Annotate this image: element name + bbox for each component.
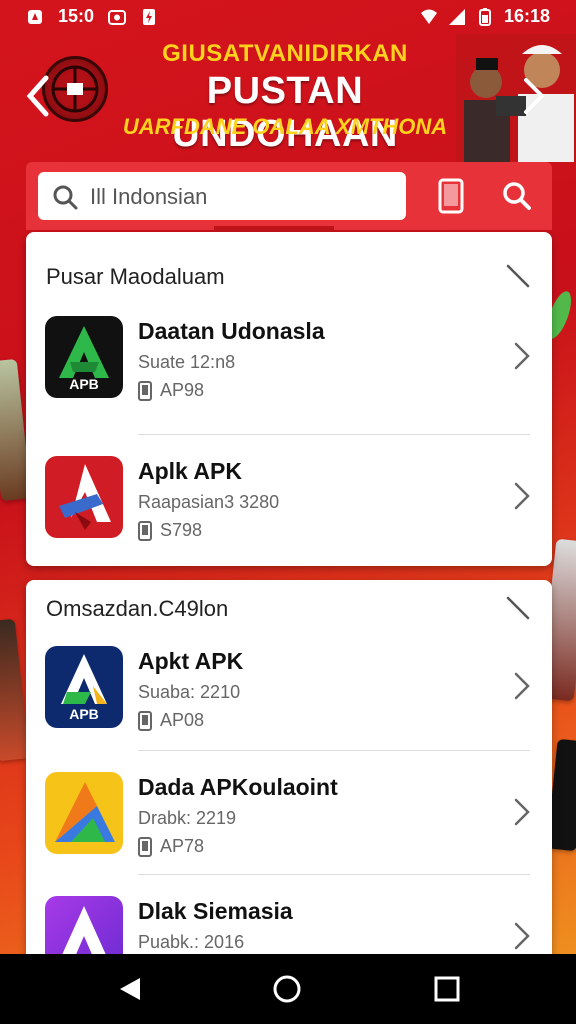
blue-a-icon: APB (45, 646, 123, 728)
app-meta: AP08 (138, 710, 204, 731)
chevron-right-icon[interactable] (514, 342, 530, 370)
tab-indicator (214, 226, 334, 231)
notification-icon (28, 9, 42, 24)
purple-a-icon (45, 896, 123, 960)
search-input[interactable] (88, 178, 392, 216)
banner-title: PUSTAN UNDOHAAN (172, 70, 398, 155)
status-bar: 15:0 16:18 (0, 0, 576, 34)
chevron-right-icon[interactable] (514, 798, 530, 826)
chevron-right-icon[interactable] (514, 672, 530, 700)
banner-prev-icon[interactable] (24, 74, 54, 118)
app-meta-text: AP98 (160, 380, 205, 400)
phone-icon (138, 380, 152, 401)
list-item[interactable]: Dada APKoulaoint Drabk: 2219 AP78 (26, 772, 552, 894)
app-name: Aplk APK (138, 458, 242, 484)
section-card: Pusar Maodaluam APB Daatan Udonasla Suat… (26, 232, 552, 566)
section-title: Pusar Maodaluam (46, 264, 225, 289)
green-a-icon: APB (45, 316, 123, 398)
banner-people-photo (456, 34, 576, 162)
app-meta: AP98 (138, 380, 204, 401)
phone-icon (138, 520, 152, 541)
app-name: Apkt APK (138, 648, 244, 674)
search-button-icon[interactable] (496, 174, 538, 218)
app-name: Daatan Udonasla (138, 318, 325, 344)
device-icon[interactable] (430, 174, 472, 218)
battery-icon (478, 7, 491, 26)
search-bar-container (26, 162, 552, 230)
divider (138, 750, 530, 751)
flash-icon (143, 8, 156, 25)
divider (138, 434, 530, 435)
banner-next-icon[interactable] (522, 76, 546, 116)
multicolor-a-icon (45, 772, 123, 854)
app-meta-text: AP08 (160, 710, 205, 730)
promo-banner[interactable]: GIUSATVANIDIRKAN PUSTAN UNDOHAAN UARFDAN… (0, 34, 576, 162)
status-time-left: 15:0 (58, 6, 95, 26)
home-icon[interactable] (272, 974, 302, 1004)
chevron-right-icon[interactable] (514, 922, 530, 950)
app-meta: AP78 (138, 836, 204, 857)
collapse-icon[interactable] (506, 596, 530, 620)
phone-icon (138, 710, 152, 731)
app-name: Dlak Siemasia (138, 898, 293, 924)
list-item[interactable]: Aplk APK Raapasian3 3280 S798 (26, 456, 552, 566)
status-time-right: 16:18 (503, 6, 550, 26)
section-title: Omsazdan.C49lon (46, 596, 229, 621)
wifi-icon (420, 9, 437, 24)
divider (138, 874, 530, 875)
app-subtitle: Drabk: 2219 (138, 808, 237, 828)
section-card: Omsazdan.C49lon APB Apkt APK Suaba: 2210… (26, 580, 552, 960)
app-name: Dada APKoulaoint (138, 774, 338, 800)
list-item[interactable]: Dlak Siemasia Puabk.: 2016 (26, 896, 552, 960)
app-subtitle: Suate 12:n8 (138, 352, 236, 372)
app-meta-text: AP78 (160, 836, 205, 856)
app-subtitle: Suaba: 2210 (138, 682, 241, 702)
chevron-right-icon[interactable] (514, 482, 530, 510)
search-icon (53, 185, 78, 210)
phone-icon (138, 836, 152, 857)
recents-icon[interactable] (432, 974, 462, 1004)
search-box[interactable] (38, 172, 406, 220)
list-item[interactable]: APB Daatan Udonasla Suate 12:n8 AP98 (26, 316, 552, 438)
icon-label: APB (69, 706, 99, 722)
icon-label: APB (69, 376, 99, 392)
app-meta-text: S798 (160, 520, 203, 540)
camera-icon (108, 9, 127, 25)
app-subtitle: Raapasian3 3280 (138, 492, 280, 512)
side-photo-left-2 (0, 618, 30, 762)
signal-icon (448, 8, 465, 25)
red-a-icon (45, 456, 123, 538)
back-icon[interactable] (116, 974, 146, 1004)
banner-line3: UARFDANE OALAA XMTHONA (122, 114, 448, 139)
app-subtitle: Puabk.: 2016 (138, 932, 245, 952)
banner-line1: GIUSATVANIDIRKAN (162, 40, 408, 67)
navigation-bar (0, 954, 576, 1024)
collapse-icon[interactable] (506, 264, 530, 288)
app-meta: S798 (138, 520, 202, 541)
